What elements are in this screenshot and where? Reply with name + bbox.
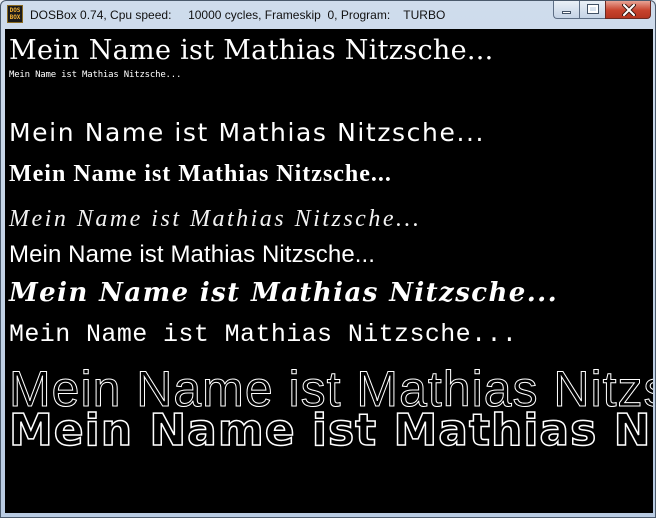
dosbox-window: DOS BOX DOSBox 0.74, Cpu speed: 10000 cy… (0, 0, 656, 518)
close-button[interactable] (605, 1, 651, 19)
text-line-triplex-italic: Mein Name ist Mathias Nitzsche... (9, 278, 559, 308)
minimize-button[interactable] (553, 1, 579, 19)
text-line-small-bitmap: Mein Name ist Mathias Nitzsche... (9, 70, 182, 80)
caption-buttons (553, 1, 651, 21)
text-line-large-serif: Mein Name ist Mathias Nitzsche... (9, 35, 494, 66)
text-line-gothic: Mein Name ist Mathias Nitzsche... (9, 161, 392, 187)
dosbox-icon[interactable]: DOS BOX (7, 5, 23, 23)
text-line-script: Mein Name ist Mathias Nitzsche... (9, 206, 422, 232)
maximize-button[interactable] (579, 1, 605, 19)
text-line-bold-outline: Mein Name ist Mathias Nitzsche... (8, 405, 653, 457)
window-title: DOSBox 0.74, Cpu speed: 10000 cycles, Fr… (30, 8, 446, 22)
app-icon-label: DOS BOX (9, 7, 21, 21)
text-line-sans: Mein Name ist Mathias Nitzsche... (9, 118, 486, 147)
dos-screen[interactable]: Mein Name ist Mathias Nitzsche... Mein N… (5, 29, 653, 513)
close-icon (622, 4, 636, 16)
title-bar[interactable]: DOS BOX DOSBox 0.74, Cpu speed: 10000 cy… (1, 1, 655, 29)
text-line-complex: Mein Name ist Mathias Nitzsche... (9, 320, 518, 349)
text-line-simplex: Mein Name ist Mathias Nitzsche... (9, 241, 376, 268)
